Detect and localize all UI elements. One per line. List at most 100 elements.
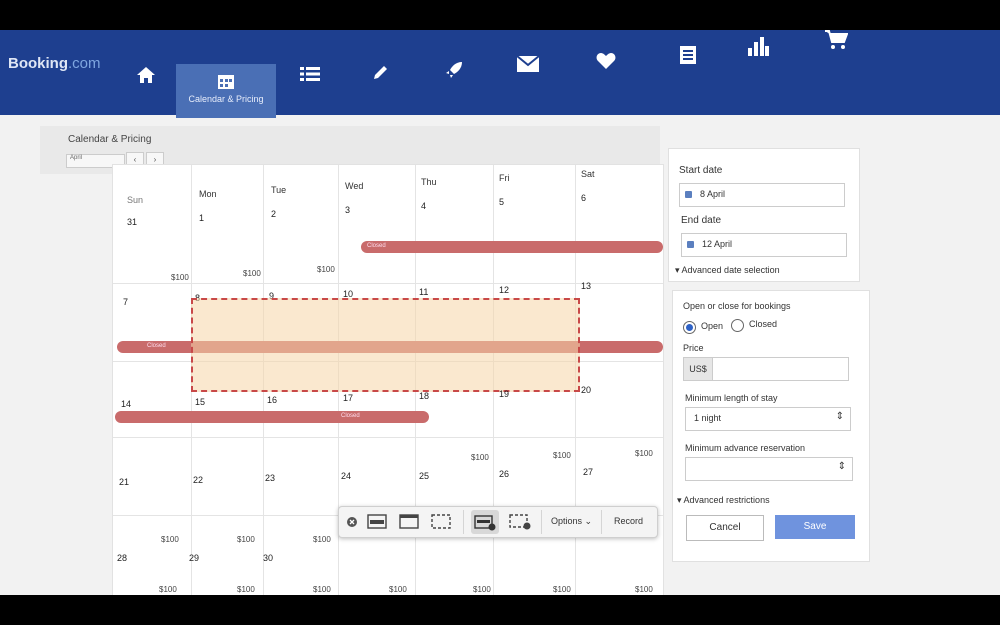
record-screen-icon (474, 515, 496, 531)
date-cell[interactable]: 11 (419, 287, 428, 297)
page-title: Calendar & Pricing (68, 134, 152, 145)
min-stay-label: Minimum length of stay (685, 393, 778, 403)
date-cell[interactable]: 16 (267, 395, 277, 405)
calendar-icon (218, 75, 234, 89)
date-cell[interactable]: 17 (343, 393, 353, 403)
top-navigation-bar: Booking.com Calendar & Pricing (0, 30, 1000, 118)
price-label: $100 (635, 585, 653, 594)
date-cell[interactable]: 21 (119, 477, 129, 487)
price-label: $100 (237, 585, 255, 594)
end-date-field[interactable]: 12 April (681, 233, 847, 257)
date-cell[interactable]: 26 (499, 469, 509, 479)
open-close-label: Open or close for bookings (683, 301, 791, 311)
capture-selection-icon[interactable] (431, 514, 451, 529)
nav-home[interactable] (116, 66, 176, 116)
date-cell[interactable]: 18 (419, 391, 429, 401)
day-header-thu: Thu (421, 177, 437, 187)
price-label: $100 (635, 449, 653, 458)
record-screen-button[interactable] (471, 510, 499, 534)
record-button[interactable]: Record (614, 516, 643, 526)
cancel-button[interactable]: Cancel (686, 515, 764, 541)
capture-window-icon[interactable] (399, 514, 419, 529)
nav-invoices[interactable] (658, 46, 718, 96)
date-cell[interactable]: 19 (499, 389, 509, 399)
nav-analytics[interactable] (728, 36, 788, 86)
date-cell[interactable]: 28 (117, 553, 127, 563)
close-icon[interactable] (347, 517, 357, 527)
start-date-field[interactable]: 8 April (679, 183, 845, 207)
capture-screen-icon[interactable] (367, 514, 387, 529)
bar-chart-icon (748, 37, 769, 56)
date-cell[interactable]: 1 (199, 213, 204, 223)
date-range-selection[interactable] (191, 298, 580, 392)
nav-shop[interactable] (806, 30, 866, 80)
currency-prefix: US$ (684, 358, 713, 380)
day-header-sun: Sun (127, 195, 144, 205)
nav-edit[interactable] (350, 64, 410, 114)
price-label: $100 (471, 453, 489, 462)
advanced-restrictions-toggle[interactable]: ▾ Advanced restrictions (677, 495, 770, 506)
price-label: $100 (313, 585, 331, 594)
min-stay-select[interactable]: 1 night ⇕ (685, 407, 851, 431)
closed-bar[interactable]: Closed (115, 411, 429, 423)
date-cell[interactable]: 3 (345, 205, 350, 215)
save-button[interactable]: Save (775, 515, 855, 539)
price-input[interactable]: US$ (683, 357, 849, 381)
rocket-icon (446, 62, 462, 78)
closed-radio-label: Closed (749, 319, 778, 329)
mail-icon (517, 56, 539, 72)
date-cell[interactable]: 7 (123, 297, 128, 307)
booking-logo[interactable]: Booking.com (8, 55, 101, 72)
date-cell[interactable]: 25 (419, 471, 429, 481)
chevron-updown-icon: ⇕ (835, 411, 844, 422)
day-header-tue: Tue (271, 185, 287, 195)
open-radio-label: Open (701, 321, 724, 331)
calendar-small-icon (685, 191, 692, 198)
date-cell[interactable]: 30 (263, 553, 273, 563)
nav-list[interactable] (280, 66, 340, 116)
price-label: $100 (473, 585, 491, 594)
closed-bar[interactable]: Closed (361, 241, 663, 253)
date-cell[interactable]: 31 (127, 217, 137, 227)
date-cell[interactable]: 20 (581, 385, 591, 395)
nav-promote[interactable] (424, 60, 484, 110)
date-cell[interactable]: 12 (499, 285, 509, 295)
closed-radio[interactable] (731, 319, 744, 332)
date-cell[interactable]: 14 (121, 399, 131, 409)
date-cell[interactable]: 15 (195, 397, 205, 407)
nav-reviews[interactable] (576, 52, 636, 102)
date-cell[interactable]: 2 (271, 209, 276, 219)
app-screen: Booking.com Calendar & Pricing Calendar … (0, 30, 1000, 595)
open-radio[interactable] (683, 321, 696, 334)
price-label: $100 (171, 273, 189, 282)
nav-calendar-label: Calendar & Pricing (188, 94, 264, 104)
min-advance-select[interactable]: ⇕ (685, 457, 853, 481)
day-header-wed: Wed (345, 181, 364, 191)
date-cell[interactable]: 27 (583, 467, 593, 477)
screen-capture-toolbar: Options ⌄ Record (338, 506, 658, 538)
home-icon (137, 67, 155, 83)
end-date-label: End date (681, 215, 722, 226)
booking-settings-panel: Open or close for bookings Open Closed P… (672, 290, 870, 562)
date-cell[interactable]: 6 (581, 193, 586, 203)
date-cell[interactable]: 23 (265, 473, 275, 483)
date-cell[interactable]: 29 (189, 553, 199, 563)
price-label: $100 (243, 269, 261, 278)
price-label: $100 (237, 535, 255, 544)
nav-messages[interactable] (498, 56, 558, 106)
price-label: $100 (553, 585, 571, 594)
price-field-label: Price (683, 343, 704, 353)
date-cell[interactable]: 24 (341, 471, 351, 481)
options-menu[interactable]: Options ⌄ (551, 516, 592, 527)
nav-calendar-pricing[interactable]: Calendar & Pricing (176, 64, 276, 118)
day-header-fri: Fri (499, 173, 510, 183)
date-cell[interactable]: 4 (421, 201, 426, 211)
advanced-date-toggle[interactable]: ▾ Advanced date selection (675, 265, 780, 276)
date-cell[interactable]: 13 (581, 281, 591, 291)
price-label: $100 (317, 265, 335, 274)
price-label: $100 (161, 535, 179, 544)
date-cell[interactable]: 22 (193, 475, 203, 485)
date-cell[interactable]: 5 (499, 197, 504, 207)
record-selection-icon[interactable] (509, 514, 531, 530)
date-range-panel: Start date 8 April End date 12 April ▾ A… (668, 148, 860, 282)
